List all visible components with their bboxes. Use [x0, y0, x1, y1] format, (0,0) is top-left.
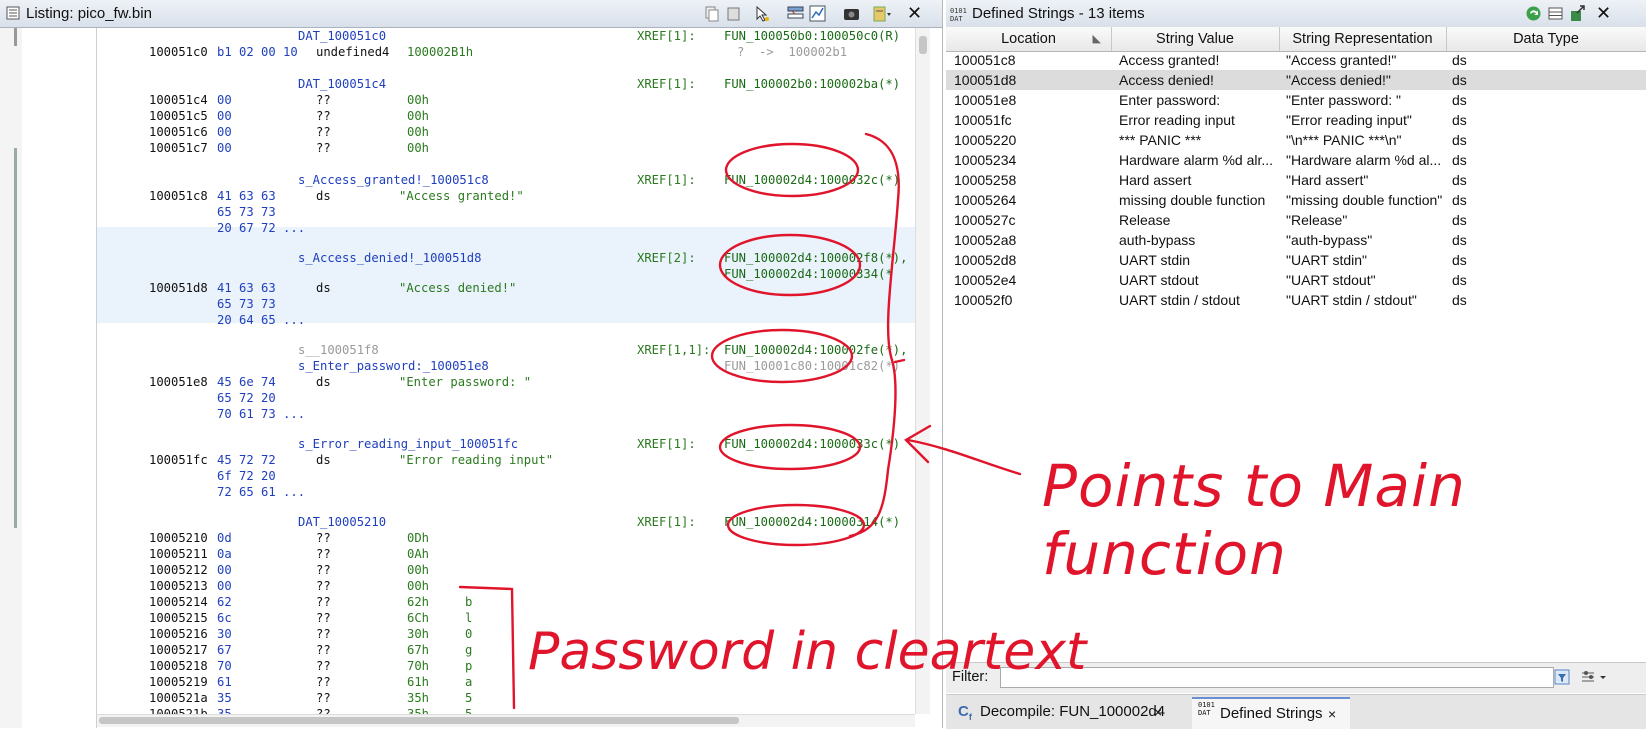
arrow-shaft [906, 438, 1022, 476]
annotation-password-cleartext: Password in cleartext [528, 622, 1087, 682]
brace-tick [893, 358, 906, 364]
annotation-main-function: Points to Main function [1042, 452, 1466, 588]
circle-xref-access-denied [718, 233, 862, 297]
password-bracket [458, 585, 516, 710]
circle-xref-dat-10005210 [726, 503, 866, 547]
brace-right [848, 132, 900, 538]
annotation-layer [458, 132, 1022, 710]
circle-xref-access-granted [724, 142, 860, 198]
circle-xref-error-reading [718, 423, 862, 471]
circle-xref-enter-password [710, 328, 854, 384]
